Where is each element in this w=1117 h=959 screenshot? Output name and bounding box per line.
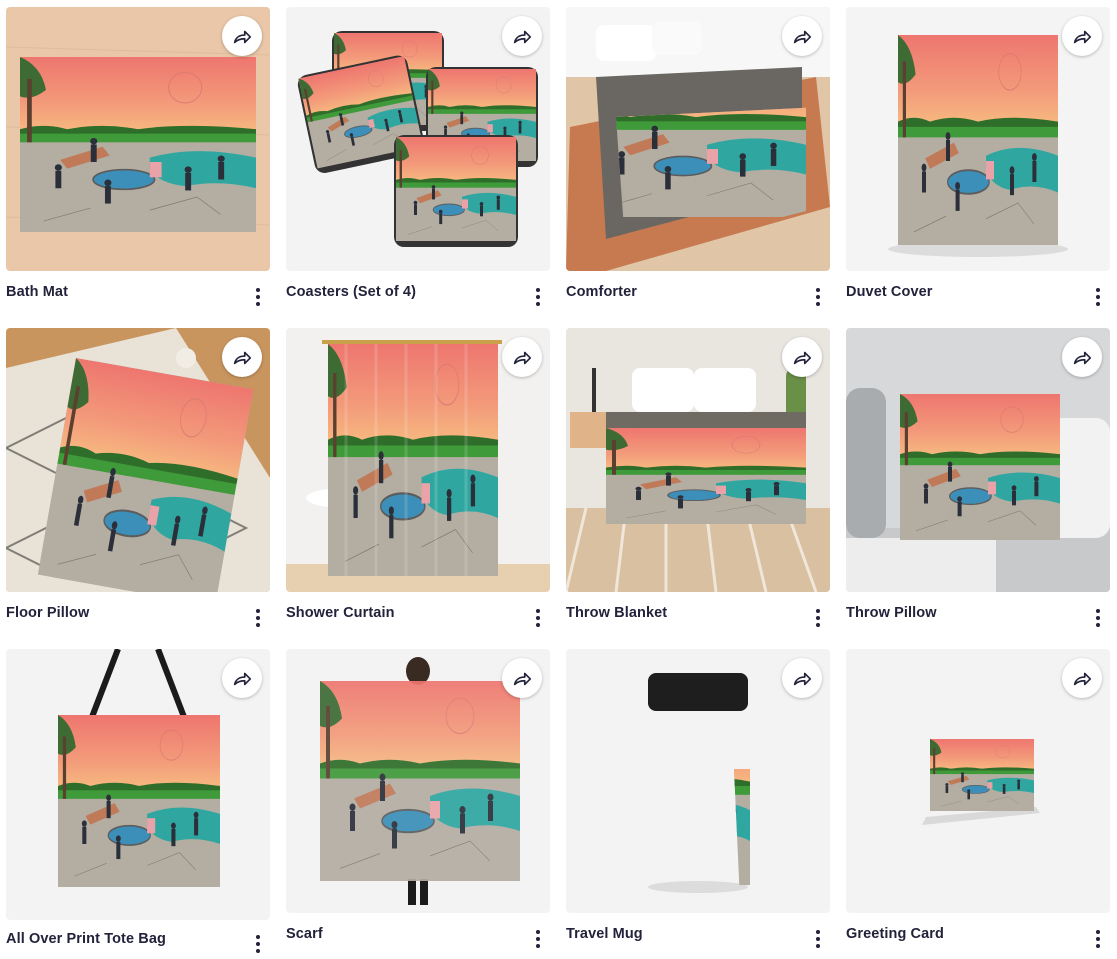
product-card[interactable]: Throw Pillow bbox=[846, 328, 1110, 649]
more-options-button[interactable] bbox=[808, 928, 828, 950]
share-arrow-icon bbox=[793, 672, 812, 686]
product-title[interactable]: Throw Blanket bbox=[566, 605, 667, 621]
more-options-button[interactable] bbox=[248, 286, 268, 308]
product-title[interactable]: Travel Mug bbox=[566, 926, 643, 942]
product-image-comforter[interactable] bbox=[566, 7, 830, 271]
product-image-throw-pillow[interactable] bbox=[846, 328, 1110, 592]
product-image-greeting-card[interactable] bbox=[846, 649, 1110, 913]
product-title[interactable]: Shower Curtain bbox=[286, 605, 395, 621]
product-title[interactable]: Duvet Cover bbox=[846, 284, 933, 300]
product-title[interactable]: Throw Pillow bbox=[846, 605, 937, 621]
product-image-travel-mug[interactable] bbox=[566, 649, 830, 913]
product-card[interactable]: Throw Blanket bbox=[566, 328, 830, 649]
share-button[interactable] bbox=[222, 658, 262, 698]
share-arrow-icon bbox=[513, 672, 532, 686]
product-card[interactable]: Travel Mug bbox=[566, 649, 830, 959]
share-button[interactable] bbox=[782, 16, 822, 56]
product-image-throw-blanket[interactable] bbox=[566, 328, 830, 592]
share-arrow-icon bbox=[233, 672, 252, 686]
product-card[interactable]: Floor Pillow bbox=[6, 328, 270, 649]
product-title[interactable]: Greeting Card bbox=[846, 926, 944, 942]
product-card[interactable]: Greeting Card bbox=[846, 649, 1110, 959]
product-image-shower-curtain[interactable] bbox=[286, 328, 550, 592]
product-card[interactable]: All Over Print Tote Bag bbox=[6, 649, 270, 959]
share-button[interactable] bbox=[222, 337, 262, 377]
share-button[interactable] bbox=[782, 658, 822, 698]
product-image-coasters[interactable] bbox=[286, 7, 550, 271]
product-card[interactable]: Scarf bbox=[286, 649, 550, 959]
share-arrow-icon bbox=[1073, 351, 1092, 365]
product-image-tote-bag[interactable] bbox=[6, 649, 270, 920]
share-arrow-icon bbox=[233, 30, 252, 44]
share-arrow-icon bbox=[233, 351, 252, 365]
product-title[interactable]: Coasters (Set of 4) bbox=[286, 284, 416, 300]
product-card[interactable]: Bath Mat bbox=[6, 7, 270, 328]
share-button[interactable] bbox=[1062, 16, 1102, 56]
share-button[interactable] bbox=[502, 658, 542, 698]
more-options-button[interactable] bbox=[248, 933, 268, 955]
share-arrow-icon bbox=[513, 351, 532, 365]
more-options-button[interactable] bbox=[528, 607, 548, 629]
product-image-bath-mat[interactable] bbox=[6, 7, 270, 271]
share-button[interactable] bbox=[222, 16, 262, 56]
product-card[interactable]: Comforter bbox=[566, 7, 830, 328]
share-button[interactable] bbox=[1062, 658, 1102, 698]
product-card[interactable]: Coasters (Set of 4) bbox=[286, 7, 550, 328]
more-options-button[interactable] bbox=[528, 286, 548, 308]
product-image-floor-pillow[interactable] bbox=[6, 328, 270, 592]
product-title[interactable]: Bath Mat bbox=[6, 284, 68, 300]
share-button[interactable] bbox=[1062, 337, 1102, 377]
more-options-button[interactable] bbox=[1088, 928, 1108, 950]
share-arrow-icon bbox=[1073, 672, 1092, 686]
more-options-button[interactable] bbox=[248, 607, 268, 629]
product-grid: Bath Mat Coasters (Set of 4) Comforter D… bbox=[6, 7, 1110, 959]
product-title[interactable]: Comforter bbox=[566, 284, 637, 300]
more-options-button[interactable] bbox=[1088, 286, 1108, 308]
share-arrow-icon bbox=[793, 351, 812, 365]
share-button[interactable] bbox=[782, 337, 822, 377]
more-options-button[interactable] bbox=[1088, 607, 1108, 629]
share-arrow-icon bbox=[793, 30, 812, 44]
product-image-duvet-cover[interactable] bbox=[846, 7, 1110, 271]
share-button[interactable] bbox=[502, 16, 542, 56]
product-title[interactable]: Scarf bbox=[286, 926, 323, 942]
more-options-button[interactable] bbox=[808, 286, 828, 308]
product-card[interactable]: Shower Curtain bbox=[286, 328, 550, 649]
product-title[interactable]: All Over Print Tote Bag bbox=[6, 931, 166, 947]
more-options-button[interactable] bbox=[528, 928, 548, 950]
share-arrow-icon bbox=[1073, 30, 1092, 44]
product-image-scarf[interactable] bbox=[286, 649, 550, 913]
more-options-button[interactable] bbox=[808, 607, 828, 629]
share-button[interactable] bbox=[502, 337, 542, 377]
product-title[interactable]: Floor Pillow bbox=[6, 605, 89, 621]
product-card[interactable]: Duvet Cover bbox=[846, 7, 1110, 328]
share-arrow-icon bbox=[513, 30, 532, 44]
